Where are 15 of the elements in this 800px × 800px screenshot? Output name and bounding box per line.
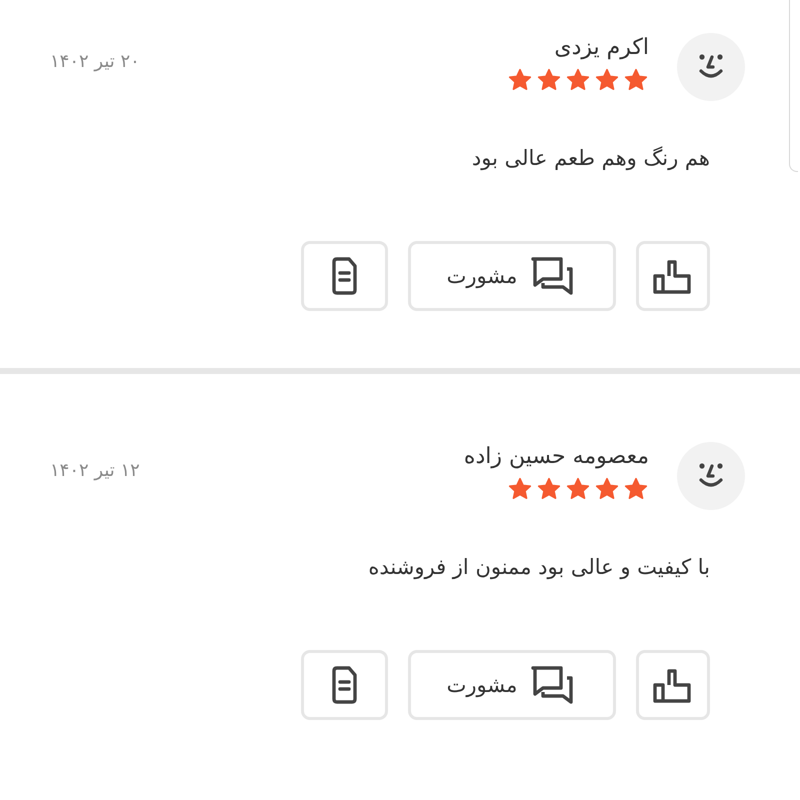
review-text: هم رنگ وهم طعم عالی بود bbox=[470, 145, 710, 172]
reviewer-name: معصومه حسین زاده bbox=[464, 443, 649, 471]
document-icon bbox=[330, 256, 358, 296]
like-button[interactable] bbox=[636, 650, 710, 720]
consult-button[interactable]: مشورت bbox=[408, 241, 616, 311]
scrollbar[interactable] bbox=[789, 0, 798, 172]
document-icon bbox=[330, 665, 358, 705]
review-date: ۱۲ تیر ۱۴۰۲ bbox=[50, 460, 140, 481]
consult-button[interactable]: مشورت bbox=[408, 650, 616, 720]
review-date: ۲۰ تیر ۱۴۰۲ bbox=[50, 51, 140, 72]
report-button[interactable] bbox=[301, 650, 388, 720]
reviewer-name: اکرم یزدی bbox=[554, 34, 649, 62]
review-text: با کیفیت و عالی بود ممنون از فروشنده bbox=[367, 554, 710, 582]
like-button[interactable] bbox=[636, 241, 710, 311]
report-button[interactable] bbox=[301, 241, 388, 311]
